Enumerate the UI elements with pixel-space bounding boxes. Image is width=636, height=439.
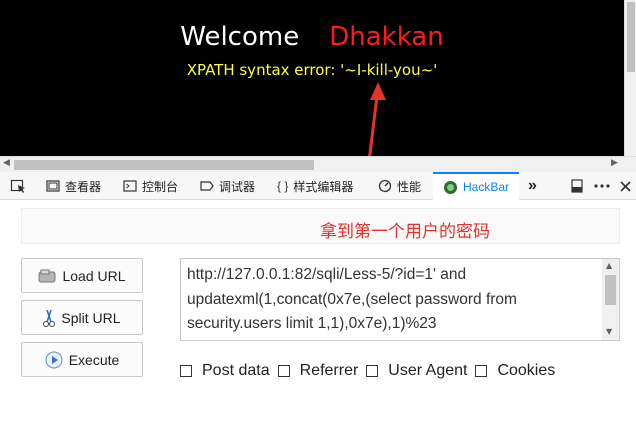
ellipsis-icon	[594, 184, 610, 188]
tab-debugger[interactable]: 调试器	[200, 172, 255, 200]
execute-button[interactable]: Execute	[21, 342, 143, 377]
scrollbar-thumb[interactable]	[605, 275, 616, 305]
tab-inspector[interactable]: 查看器	[46, 172, 101, 200]
tab-hackbar[interactable]: HackBar	[433, 172, 520, 200]
tab-label: HackBar	[463, 180, 510, 194]
debugger-icon	[200, 181, 214, 191]
scroll-left-icon[interactable]: ◀	[3, 158, 10, 168]
tab-label: 查看器	[65, 179, 102, 194]
more-tools-icon: »	[528, 177, 537, 194]
page-horizontal-scrollbar[interactable]: ◀ ▶	[0, 156, 636, 172]
referrer-option[interactable]: Referrer	[277, 362, 363, 380]
annotation-arrow	[365, 82, 386, 179]
element-picker-button[interactable]	[10, 172, 26, 200]
option-label: Post data	[202, 362, 270, 379]
option-label: Referrer	[299, 362, 359, 379]
load-url-icon	[38, 269, 56, 282]
annotation-caption: 拿到第一个用户的密码	[320, 222, 490, 242]
execute-label: Execute	[68, 351, 120, 368]
user-agent-checkbox[interactable]	[366, 365, 379, 377]
play-icon	[45, 351, 63, 368]
user-agent-option[interactable]: User Agent	[366, 362, 471, 380]
url-text[interactable]: http://127.0.0.1:82/sqli/Less-5/?id=1' a…	[187, 263, 597, 337]
split-url-button[interactable]: Split URL	[21, 300, 143, 335]
close-icon	[620, 180, 631, 192]
performance-icon	[378, 179, 392, 193]
load-url-label: Load URL	[62, 267, 126, 284]
post-data-checkbox[interactable]	[180, 365, 192, 377]
split-url-label: Split URL	[61, 309, 121, 326]
url-textarea[interactable]: http://127.0.0.1:82/sqli/Less-5/?id=1' a…	[180, 258, 620, 341]
close-devtools-button[interactable]	[620, 172, 631, 200]
element-picker-icon	[10, 179, 25, 193]
scroll-up-icon[interactable]: ▲	[606, 261, 612, 270]
tab-label: 调试器	[219, 179, 256, 194]
referrer-checkbox[interactable]	[277, 365, 290, 377]
hackbar-icon	[444, 180, 457, 194]
tab-style-editor[interactable]: { } 样式编辑器	[277, 172, 353, 200]
style-editor-icon: { }	[277, 179, 289, 193]
dock-button[interactable]	[571, 172, 583, 200]
tab-label: 性能	[397, 179, 422, 194]
split-url-icon	[43, 309, 56, 327]
load-url-button[interactable]: Load URL	[21, 258, 143, 293]
url-scrollbar[interactable]: ▲ ▼	[602, 259, 619, 340]
scrollbar-thumb[interactable]	[14, 160, 314, 170]
tab-label: 样式编辑器	[293, 179, 354, 194]
tab-label: 控制台	[142, 179, 179, 194]
scroll-down-icon[interactable]: ▼	[606, 327, 612, 336]
tab-console[interactable]: 控制台	[123, 172, 178, 200]
cookies-checkbox[interactable]	[475, 365, 488, 377]
hackbar-panel: 拿到第一个用户的密码 Load URL Split URL Execute ht…	[0, 201, 636, 439]
option-label: Cookies	[497, 362, 556, 379]
options-menu-button[interactable]	[594, 172, 610, 200]
post-data-option[interactable]: Post data	[180, 362, 274, 380]
inspector-icon	[46, 180, 60, 192]
page-viewport: Welcome Dhakkan XPATH syntax error: '~I-k…	[0, 0, 636, 179]
option-label: User Agent	[388, 362, 468, 379]
annotation-box: 拿到第一个用户的密码	[21, 208, 620, 244]
devtools-toolbar: 查看器 控制台 调试器 { } 样式编辑器 性能 HackBar »	[0, 172, 636, 200]
console-icon	[123, 180, 137, 192]
cookies-option[interactable]: Cookies	[475, 362, 559, 380]
more-tools-button[interactable]: »	[528, 172, 537, 200]
request-options: Post data Referrer User Agent Cookies	[180, 362, 563, 380]
scroll-right-icon[interactable]: ▶	[611, 158, 618, 168]
tab-performance[interactable]: 性能	[378, 172, 421, 200]
dock-icon	[571, 179, 583, 193]
